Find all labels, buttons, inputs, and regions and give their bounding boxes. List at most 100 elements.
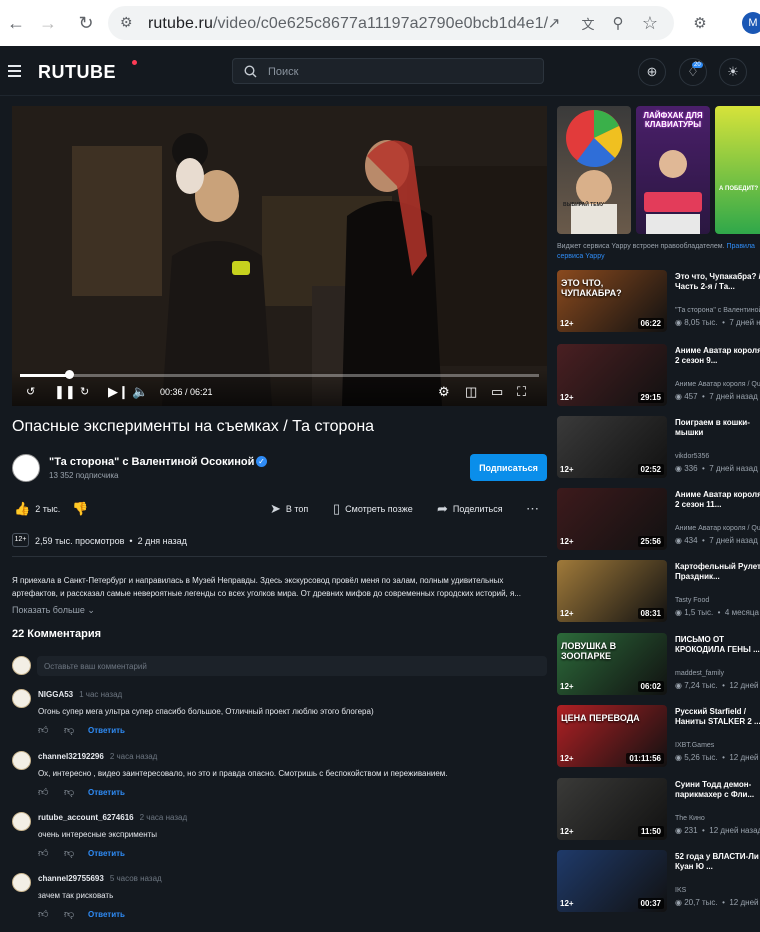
recommendation-card[interactable]: 12+ 02:52 Поиграем в кошки-мышки vikdor5356… [557, 416, 760, 478]
comment-author[interactable]: channel29755693 [38, 874, 104, 883]
recommendation-thumbnail[interactable]: 12+ 00:37 [557, 850, 667, 912]
recommendation-card[interactable]: 12+ 00:37 52 года у ВЛАСТИ-Ли Куан Ю ... IK… [557, 850, 760, 912]
yappy-card[interactable]: ЛАЙФХАК ДЛЯ КЛАВИАТУРЫ [636, 106, 710, 234]
thumbs-up-icon[interactable]: 👍︎ [38, 724, 48, 736]
recommendation-channel[interactable]: IXBT.Games [675, 742, 714, 749]
thumbs-down-icon[interactable]: 👎︎ [64, 908, 74, 920]
recommendation-title[interactable]: Это что, Чупакабра? / Часть 2-я / Та... [675, 272, 760, 292]
yappy-card[interactable]: ВЫБИРАЙ ТЕМУ [557, 106, 631, 234]
recommendation-title[interactable]: Поиграем в кошки-мышки [675, 418, 760, 438]
reload-icon[interactable]: ↻ [72, 9, 100, 37]
recommendation-channel[interactable]: "Та сторона" с Валентиной Осокиной [675, 307, 760, 314]
thumbs-down-icon[interactable]: 👎︎ [64, 847, 74, 859]
zoom-icon[interactable]: ⚲ [604, 9, 632, 37]
recommendation-thumbnail[interactable]: 12+ 29:15 [557, 344, 667, 406]
recommendation-channel[interactable]: Tasty Food [675, 597, 709, 604]
bookmark-star-icon[interactable]: ☆ [636, 9, 664, 37]
back-icon[interactable]: ← [2, 9, 30, 37]
thumbs-up-icon[interactable]: 👍︎ [38, 908, 48, 920]
thumbs-up-icon[interactable]: 👍︎ [38, 847, 48, 859]
settings-icon[interactable]: ⚙ [438, 384, 450, 400]
recommendation-title[interactable]: Картофельный Рулет на Праздник... [675, 562, 760, 582]
translate-icon[interactable]: 文 [574, 9, 602, 37]
comment-author[interactable]: rutube_account_6274616 [38, 813, 134, 822]
theater-mode-icon[interactable]: ▭ [491, 384, 503, 400]
watch-later-button[interactable]: ▯ Смотреть позже [333, 501, 413, 517]
recommendation-card[interactable]: 12+ 25:56 Аниме Аватар короля – 2 сезон 11… [557, 488, 760, 550]
progress-bar[interactable] [20, 374, 539, 377]
dislike-button[interactable]: 👎 [72, 501, 88, 517]
yappy-card[interactable]: А ПОБЕДИТ? [715, 106, 760, 234]
recommendation-thumbnail[interactable]: ЛОВУШКА В ЗООПАРКЕ 12+ 06:02 [557, 633, 667, 695]
reply-button[interactable]: Ответить [88, 726, 125, 735]
top-button[interactable]: ➤ В топ [270, 501, 308, 517]
recommendation-title[interactable]: Русский Starfield / Наниты STALKER 2 ... [675, 707, 760, 727]
recommendation-channel[interactable]: Аниме Аватар короля / Quanzhi Gaoshou [675, 525, 760, 532]
mute-icon[interactable]: 🔈 [132, 384, 148, 400]
reply-button[interactable]: Ответить [88, 849, 125, 858]
comment-avatar[interactable] [12, 812, 31, 831]
recommendation-card[interactable]: ЭТО ЧТО, ЧУПАКАБРА? 12+ 06:22 Это что, Чупа… [557, 270, 760, 332]
recommendation-thumbnail[interactable]: ЦЕНА ПЕРЕВОДА 12+ 01:11:56 [557, 705, 667, 767]
notifications-button[interactable]: ♢ 20 [679, 58, 707, 86]
reply-button[interactable]: Ответить [88, 910, 125, 919]
comment-author[interactable]: NIGGA53 [38, 690, 73, 699]
like-button[interactable]: 👍 2 тыс. [14, 501, 60, 517]
recommendation-thumbnail[interactable]: 12+ 11:50 [557, 778, 667, 840]
theme-toggle-button[interactable]: ☀ [719, 58, 747, 86]
more-options-button[interactable]: ⋯ [526, 501, 539, 517]
recommendation-title[interactable]: Суини Тодд демон-парикмахер с Фли... [675, 780, 760, 800]
video-player[interactable] [12, 106, 547, 406]
pause-icon[interactable]: ❚❚ [54, 384, 76, 400]
comment-avatar[interactable] [12, 689, 31, 708]
channel-name[interactable]: "Та сторона" с Валентиной Осокиной [49, 456, 254, 468]
show-more-button[interactable]: Показать больше ⌄ [12, 605, 95, 616]
profile-avatar[interactable]: M [742, 12, 760, 34]
forward-icon[interactable]: → [34, 9, 62, 37]
recommendation-channel[interactable]: Аниме Аватар короля / Quanzhi Gaoshou [675, 381, 760, 388]
rewind-10-icon[interactable]: ↺ [26, 384, 35, 400]
menu-icon[interactable] [8, 65, 21, 77]
recommendation-title[interactable]: 52 года у ВЛАСТИ-Ли Куан Ю ... [675, 852, 760, 872]
share-button[interactable]: ➦ Поделиться [437, 501, 503, 517]
recommendation-title[interactable]: Аниме Аватар короля – 2 сезон 11... [675, 490, 760, 510]
subscribe-button[interactable]: Подписаться [470, 454, 547, 481]
open-in-app-icon[interactable]: ↗ [540, 9, 568, 37]
recommendation-card[interactable]: 12+ 08:31 Картофельный Рулет на Праздник..… [557, 560, 760, 622]
recommendation-channel[interactable]: IKS [675, 887, 686, 894]
recommendation-card[interactable]: 12+ 11:50 Суини Тодд демон-парикмахер с Фл… [557, 778, 760, 840]
recommendation-thumbnail[interactable]: 12+ 08:31 [557, 560, 667, 622]
comment-avatar[interactable] [12, 751, 31, 770]
upload-icon: ⊕ [646, 64, 658, 79]
comment-avatar[interactable] [12, 873, 31, 892]
extensions-icon[interactable]: ⚙ [686, 9, 714, 37]
recommendation-channel[interactable]: vikdor5356 [675, 453, 709, 460]
fullscreen-icon[interactable]: ⛶ [517, 384, 526, 400]
search-input[interactable]: Поиск [232, 58, 544, 84]
url-text[interactable]: rutube.ru/video/c0e625c8677a11197a2790e0… [148, 15, 548, 33]
recommendation-title[interactable]: ПИСЬМО ОТ КРОКОДИЛА ГЕНЫ ... [675, 635, 760, 655]
comment-input[interactable]: Оставьте ваш комментарий [37, 656, 547, 676]
thumbs-down-icon[interactable]: 👎︎ [64, 786, 74, 798]
recommendation-card[interactable]: 12+ 29:15 Аниме Аватар короля – 2 сезон 9.… [557, 344, 760, 406]
recommendation-thumbnail[interactable]: 12+ 02:52 [557, 416, 667, 478]
recommendation-card[interactable]: ЦЕНА ПЕРЕВОДА 12+ 01:11:56 Русский Starfiel… [557, 705, 760, 767]
recommendation-card[interactable]: ЛОВУШКА В ЗООПАРКЕ 12+ 06:02 ПИСЬМО ОТ КРОК… [557, 633, 760, 695]
reply-button[interactable]: Ответить [88, 788, 125, 797]
rutube-logo[interactable]: RUTUBE [38, 62, 116, 83]
recommendation-thumbnail[interactable]: ЭТО ЧТО, ЧУПАКАБРА? 12+ 06:22 [557, 270, 667, 332]
channel-avatar[interactable] [12, 454, 40, 482]
comment-author[interactable]: channel32192296 [38, 752, 104, 761]
progress-knob[interactable] [65, 370, 74, 379]
recommendation-thumbnail[interactable]: 12+ 25:56 [557, 488, 667, 550]
recommendation-channel[interactable]: maddest_family [675, 670, 724, 677]
upload-button[interactable]: ⊕ [638, 58, 666, 86]
thumbs-up-icon[interactable]: 👍︎ [38, 786, 48, 798]
forward-10-icon[interactable]: ↻ [80, 384, 89, 400]
recommendation-title[interactable]: Аниме Аватар короля – 2 сезон 9... [675, 346, 760, 366]
next-icon[interactable]: ▶❙ [108, 384, 129, 400]
thumbs-down-icon[interactable]: 👎︎ [64, 724, 74, 736]
site-info-icon[interactable]: ⚙ [120, 14, 133, 31]
recommendation-channel[interactable]: The Кино [675, 815, 705, 822]
pip-icon[interactable]: ◫ [465, 384, 477, 400]
